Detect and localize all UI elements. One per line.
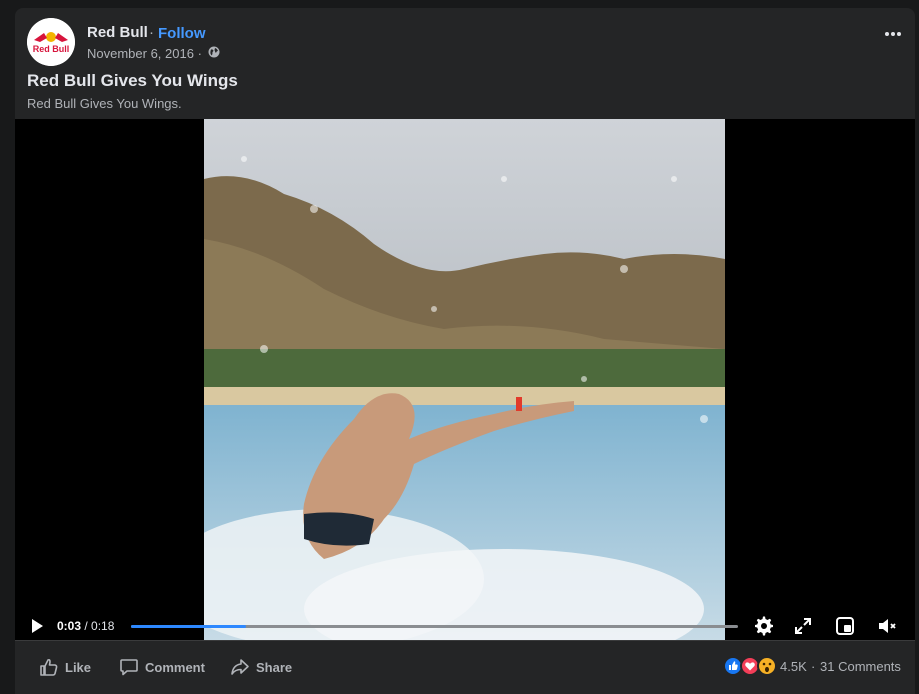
like-button[interactable]: Like: [39, 656, 91, 678]
name-separator: ·: [149, 24, 154, 41]
reaction-count[interactable]: 4.5K: [780, 659, 807, 674]
video-frame[interactable]: [204, 119, 725, 640]
post-title: Red Bull Gives You Wings: [27, 71, 238, 90]
love-reaction-icon: [740, 656, 760, 676]
reactions-icon-group: [723, 656, 777, 676]
like-label: Like: [65, 659, 92, 675]
comment-bubble-icon: [120, 659, 138, 676]
like-reaction-icon: [723, 656, 743, 676]
wow-reaction-icon: [757, 656, 777, 676]
duration: / 0:18: [81, 619, 115, 633]
video-thumbnail: [204, 119, 725, 640]
current-time: 0:03: [57, 619, 82, 633]
comment-label: Comment: [145, 659, 205, 675]
comment-button[interactable]: Comment: [119, 656, 205, 678]
progress-fill: [131, 625, 247, 628]
share-button[interactable]: Share: [230, 656, 292, 678]
page-avatar[interactable]: Red Bull: [27, 18, 75, 66]
progress-bar[interactable]: [131, 625, 738, 628]
fullscreen-icon[interactable]: [793, 616, 813, 636]
reaction-icons[interactable]: [723, 655, 783, 677]
picture-in-picture-icon[interactable]: [835, 616, 855, 636]
thumbs-up-icon: [40, 658, 58, 676]
post-date[interactable]: November 6, 2016 ·: [87, 46, 202, 61]
svg-text:Red Bull: Red Bull: [33, 44, 70, 54]
more-dots-icon: [885, 32, 901, 36]
post-card: Red Bull Red Bull · Follow November 6, 2…: [15, 8, 915, 694]
follow-button[interactable]: Follow: [158, 25, 206, 42]
video-player[interactable]: 0:03 / 0:18: [15, 119, 915, 640]
page-name[interactable]: Red Bull: [87, 24, 148, 41]
more-options-button[interactable]: [879, 24, 907, 44]
play-icon[interactable]: [29, 618, 45, 634]
globe-icon: [208, 46, 220, 58]
post-actions-bar: Like Comment Share 4.5K · 31 Comments: [15, 640, 915, 694]
settings-gear-icon[interactable]: [754, 616, 774, 636]
video-time: 0:03 / 0:18: [57, 619, 114, 633]
count-separator: ·: [811, 659, 816, 674]
comments-count[interactable]: 31 Comments: [820, 659, 901, 674]
video-controls: 0:03 / 0:18: [15, 609, 915, 641]
post-description: Red Bull Gives You Wings.: [27, 96, 182, 111]
muted-volume-icon[interactable]: [877, 616, 897, 636]
share-label: Share: [256, 659, 293, 675]
share-arrow-icon: [231, 659, 249, 675]
